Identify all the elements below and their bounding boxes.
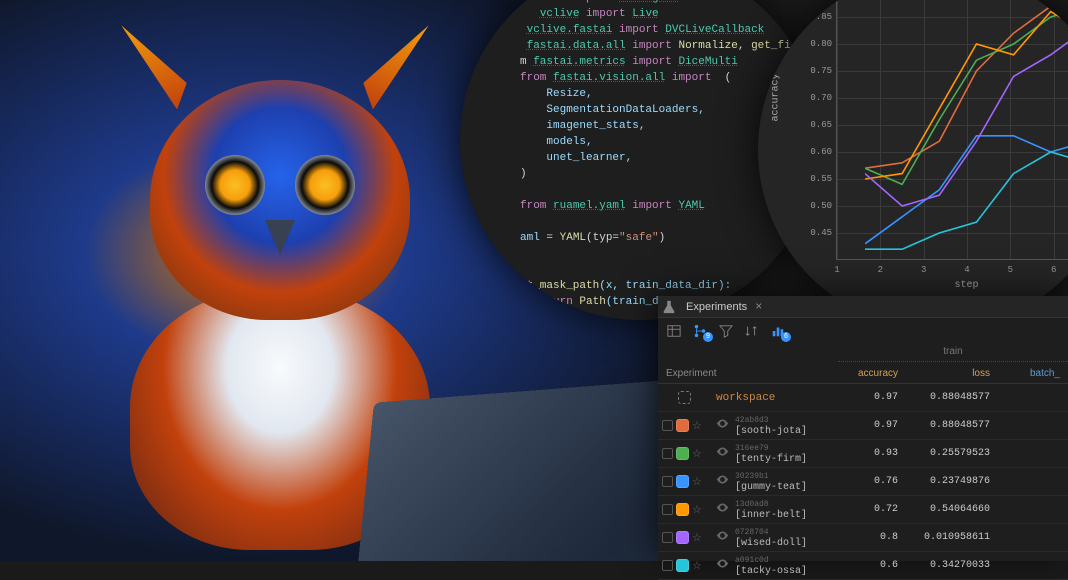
experiment-row[interactable]: ☆ 13d0ad8 [inner-belt] 0.72 0.54064660 [658,496,1068,524]
experiment-loss: 0.88048577 [906,420,998,431]
experiment-row[interactable]: ☆ 316ee79 [tenty-firm] 0.93 0.25579523 [658,440,1068,468]
workspace-accuracy: 0.97 [838,392,906,403]
experiment-row[interactable]: ☆ 0728704 [wised-doll] 0.8 0.010958611 [658,524,1068,552]
experiment-hash: 42ab8d3 [735,415,807,426]
experiment-name: [wised-doll] [735,538,807,549]
experiment-name: [tacky-ossa] [735,566,807,577]
x-tick-label: 4 [964,265,969,275]
eye-icon[interactable] [716,473,730,490]
experiment-row[interactable]: ☆ 42ab8d3 [sooth-jota] 0.97 0.88048577 [658,412,1068,440]
panel-tab-experiments[interactable]: Experiments [680,301,753,313]
experiment-hash: 316ee79 [735,443,807,454]
row-checkbox[interactable] [662,504,673,515]
branch-icon[interactable]: 9 [692,323,708,339]
star-icon[interactable]: ☆ [692,447,702,461]
experiment-accuracy: 0.76 [838,476,906,487]
experiment-hash: 0728704 [735,527,807,538]
chart-lines [865,0,1068,260]
eye-icon[interactable] [716,417,730,434]
experiment-loss: 0.34270033 [906,560,998,571]
y-tick-label: 0.45 [806,228,832,238]
color-chip[interactable] [676,419,689,432]
column-group-train: train [838,344,1068,362]
column-experiment[interactable]: Experiment [658,344,838,383]
column-batch[interactable]: batch_ [998,362,1068,383]
chart-x-axis-label: step [954,280,978,291]
row-checkbox[interactable] [662,532,673,543]
y-tick-label: 0.85 [806,12,832,22]
experiment-name: [inner-belt] [735,510,807,521]
experiment-row-workspace[interactable]: workspace 0.97 0.88048577 [658,384,1068,412]
column-loss[interactable]: loss [906,362,998,383]
chart-grid: step 1234567 [836,0,1068,260]
eye-icon[interactable] [716,529,730,546]
row-checkbox[interactable] [662,420,673,431]
table-view-icon[interactable] [666,323,682,339]
y-tick-label: 0.55 [806,174,832,184]
experiment-name: [gummy-teat] [735,482,807,493]
x-tick-label: 1 [834,265,839,275]
accuracy-chart: accuracy 0.900.850.800.750.700.650.600.5… [758,0,1068,330]
row-checkbox[interactable] [662,448,673,459]
experiment-loss: 0.54064660 [906,504,998,515]
experiment-name: [tenty-firm] [735,454,807,465]
row-checkbox[interactable] [662,560,673,571]
y-tick-label: 0.50 [806,201,832,211]
beaker-icon [662,300,676,314]
color-chip[interactable] [676,447,689,460]
color-chip[interactable] [676,531,689,544]
experiment-hash: 30239b1 [735,471,807,482]
workspace-label: workspace [716,392,775,404]
eye-icon[interactable] [716,445,730,462]
experiment-loss: 0.25579523 [906,448,998,459]
column-accuracy[interactable]: accuracy [838,362,906,383]
y-tick-label: 0.60 [806,147,832,157]
workspace-icon [678,391,691,404]
panel-titlebar: Experiments × [658,296,1068,318]
star-icon[interactable]: ☆ [692,419,702,433]
y-tick-label: 0.75 [806,66,832,76]
x-tick-label: 3 [921,265,926,275]
experiment-accuracy: 0.72 [838,504,906,515]
close-icon[interactable]: × [755,300,762,314]
experiment-name: [sooth-jota] [735,426,807,437]
experiment-accuracy: 0.93 [838,448,906,459]
star-icon[interactable]: ☆ [692,503,702,517]
y-tick-label: 0.80 [806,39,832,49]
experiments-panel: Experiments × 9 6 Experiment train accur… [658,296,1068,561]
experiment-row[interactable]: ☆ a091c0d [tacky-ossa] 0.6 0.34270033 [658,552,1068,580]
sort-icon[interactable] [744,323,760,339]
x-tick-label: 6 [1051,265,1056,275]
x-tick-label: 2 [878,265,883,275]
experiment-hash: 13d0ad8 [735,499,807,510]
color-chip[interactable] [676,503,689,516]
experiment-loss: 0.23749876 [906,476,998,487]
star-icon[interactable]: ☆ [692,531,702,545]
x-tick-label: 5 [1008,265,1013,275]
y-tick-label: 0.65 [806,120,832,130]
star-icon[interactable]: ☆ [692,475,702,489]
eye-icon[interactable] [716,501,730,518]
filter-icon[interactable] [718,323,734,339]
color-chip[interactable] [676,475,689,488]
workspace-loss: 0.88048577 [906,392,998,403]
experiments-toolbar: 9 6 [658,318,1068,344]
experiment-accuracy: 0.8 [838,532,906,543]
experiments-table-header: Experiment train accuracy loss batch_ [658,344,1068,384]
y-tick-label: 0.70 [806,93,832,103]
row-checkbox[interactable] [662,476,673,487]
eye-icon[interactable] [716,557,730,574]
chart-y-axis-label: accuracy [771,73,782,121]
laptop-illustration [356,374,700,561]
experiment-loss: 0.010958611 [906,532,998,543]
experiment-accuracy: 0.97 [838,420,906,431]
experiment-accuracy: 0.6 [838,560,906,571]
plots-icon[interactable]: 6 [770,323,786,339]
experiment-hash: a091c0d [735,555,807,566]
experiment-row[interactable]: ☆ 30239b1 [gummy-teat] 0.76 0.23749876 [658,468,1068,496]
